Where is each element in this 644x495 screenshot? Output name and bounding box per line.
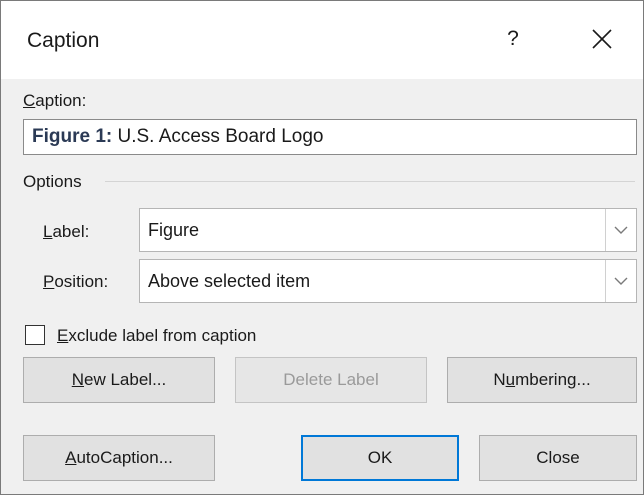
chevron-down-icon <box>614 277 628 285</box>
delete-label-button[interactable]: Delete Label <box>235 357 427 403</box>
label-dropdown-button[interactable] <box>605 209 636 251</box>
caption-dialog: Caption ? Caption: Figure 1: U.S. Access… <box>0 0 644 495</box>
chevron-down-icon <box>614 226 628 234</box>
autocaption-button[interactable]: AutoCaption... <box>23 435 215 481</box>
options-divider <box>105 181 635 182</box>
position-select-value: Above selected item <box>148 271 311 291</box>
caption-text: U.S. Access Board Logo <box>112 126 324 147</box>
title-bar: Caption ? <box>1 1 643 79</box>
close-button[interactable]: Close <box>479 435 637 481</box>
dialog-title: Caption <box>27 29 100 52</box>
close-icon <box>592 29 612 49</box>
caption-input[interactable]: Figure 1: U.S. Access Board Logo <box>23 119 637 155</box>
ok-button[interactable]: OK <box>301 435 459 481</box>
caption-prefix: Figure 1: <box>32 126 113 147</box>
caption-label: Caption: <box>23 91 87 110</box>
close-window-button[interactable] <box>579 19 623 59</box>
label-field-label: Label: <box>43 222 90 241</box>
numbering-button[interactable]: Numbering... <box>447 357 637 403</box>
exclude-label-checkbox[interactable] <box>25 325 45 345</box>
label-select[interactable]: Figure <box>139 208 637 252</box>
label-select-value: Figure <box>148 220 200 240</box>
exclude-label-text[interactable]: Exclude label from caption <box>57 326 256 346</box>
position-dropdown-button[interactable] <box>605 260 636 302</box>
help-button[interactable]: ? <box>493 19 533 59</box>
options-group-label: Options <box>23 172 82 191</box>
new-label-button[interactable]: New Label... <box>23 357 215 403</box>
position-field-label: Position: <box>43 272 109 291</box>
position-select[interactable]: Above selected item <box>139 259 637 303</box>
